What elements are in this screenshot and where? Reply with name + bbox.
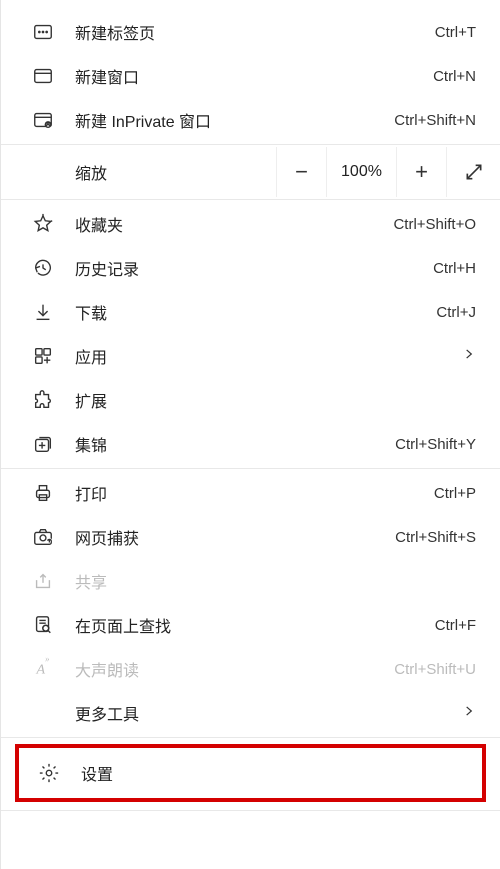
menu-label: 收藏夹 <box>75 212 393 236</box>
chevron-right-icon <box>462 704 476 722</box>
menu-find-on-page[interactable]: 在页面上查找 Ctrl+F <box>1 603 500 647</box>
menu-label: 更多工具 <box>75 701 462 725</box>
menu-label: 网页捕获 <box>75 525 395 549</box>
share-icon <box>31 569 55 593</box>
collections-icon <box>31 432 55 456</box>
highlight-annotation: 设置 <box>15 744 486 802</box>
menu-shortcut: Ctrl+H <box>433 260 476 277</box>
menu-read-aloud: A» 大声朗读 Ctrl+Shift+U <box>1 647 500 691</box>
separator <box>1 144 500 145</box>
chevron-right-icon <box>462 347 476 365</box>
menu-label: 下载 <box>75 300 436 324</box>
zoom-value: 100% <box>326 147 396 197</box>
menu-label: 共享 <box>75 569 480 593</box>
zoom-in-button[interactable]: + <box>396 147 446 197</box>
menu-label: 新建窗口 <box>75 64 433 88</box>
menu-new-inprivate[interactable]: 新建 InPrivate 窗口 Ctrl+Shift+N <box>1 98 500 142</box>
separator <box>1 199 500 200</box>
history-icon <box>31 256 55 280</box>
menu-collections[interactable]: 集锦 Ctrl+Shift+Y <box>1 422 500 466</box>
menu-share: 共享 <box>1 559 500 603</box>
menu-label: 历史记录 <box>75 256 433 280</box>
menu-label: 大声朗读 <box>75 657 394 681</box>
menu-extensions[interactable]: 扩展 <box>1 378 500 422</box>
menu-label: 新建标签页 <box>75 20 435 44</box>
menu-print[interactable]: 打印 Ctrl+P <box>1 471 500 515</box>
menu-shortcut: Ctrl+T <box>435 24 476 41</box>
menu-new-window[interactable]: 新建窗口 Ctrl+N <box>1 54 500 98</box>
zoom-out-button[interactable]: − <box>276 147 326 197</box>
menu-settings[interactable]: 设置 <box>19 748 482 798</box>
extensions-icon <box>31 388 55 412</box>
inprivate-icon <box>31 108 55 132</box>
read-aloud-icon: A» <box>31 657 55 681</box>
gear-icon <box>37 761 61 785</box>
window-icon <box>31 64 55 88</box>
separator <box>1 468 500 469</box>
menu-downloads[interactable]: 下载 Ctrl+J <box>1 290 500 334</box>
menu-web-capture[interactable]: 网页捕获 Ctrl+Shift+S <box>1 515 500 559</box>
new-tab-icon <box>31 20 55 44</box>
menu-shortcut: Ctrl+F <box>435 617 476 634</box>
fullscreen-button[interactable] <box>446 147 500 197</box>
menu-zoom-row: 缩放 − 100% + <box>1 147 500 197</box>
favorites-icon <box>31 212 55 236</box>
separator <box>1 737 500 738</box>
menu-history[interactable]: 历史记录 Ctrl+H <box>1 246 500 290</box>
download-icon <box>31 300 55 324</box>
menu-label: 集锦 <box>75 432 395 456</box>
apps-icon <box>31 344 55 368</box>
menu-shortcut: Ctrl+Shift+N <box>394 112 476 129</box>
menu-shortcut: Ctrl+Shift+S <box>395 529 476 546</box>
print-icon <box>31 481 55 505</box>
menu-label: 设置 <box>81 761 462 785</box>
menu-apps[interactable]: 应用 <box>1 334 500 378</box>
menu-label: 扩展 <box>75 388 480 412</box>
menu-shortcut: Ctrl+Shift+O <box>393 216 476 233</box>
camera-icon <box>31 525 55 549</box>
menu-label: 在页面上查找 <box>75 613 435 637</box>
menu-shortcut: Ctrl+Shift+U <box>394 661 476 678</box>
menu-shortcut: Ctrl+N <box>433 68 476 85</box>
find-icon <box>31 613 55 637</box>
menu-label: 打印 <box>75 481 434 505</box>
separator <box>1 810 500 811</box>
menu-more-tools[interactable]: 更多工具 <box>1 691 500 735</box>
menu-shortcut: Ctrl+P <box>434 485 476 502</box>
menu-shortcut: Ctrl+J <box>436 304 476 321</box>
menu-label: 应用 <box>75 344 462 368</box>
menu-new-tab[interactable]: 新建标签页 Ctrl+T <box>1 10 500 54</box>
menu-shortcut: Ctrl+Shift+Y <box>395 436 476 453</box>
menu-favorites[interactable]: 收藏夹 Ctrl+Shift+O <box>1 202 500 246</box>
zoom-label: 缩放 <box>75 160 276 184</box>
menu-label: 新建 InPrivate 窗口 <box>75 108 394 132</box>
